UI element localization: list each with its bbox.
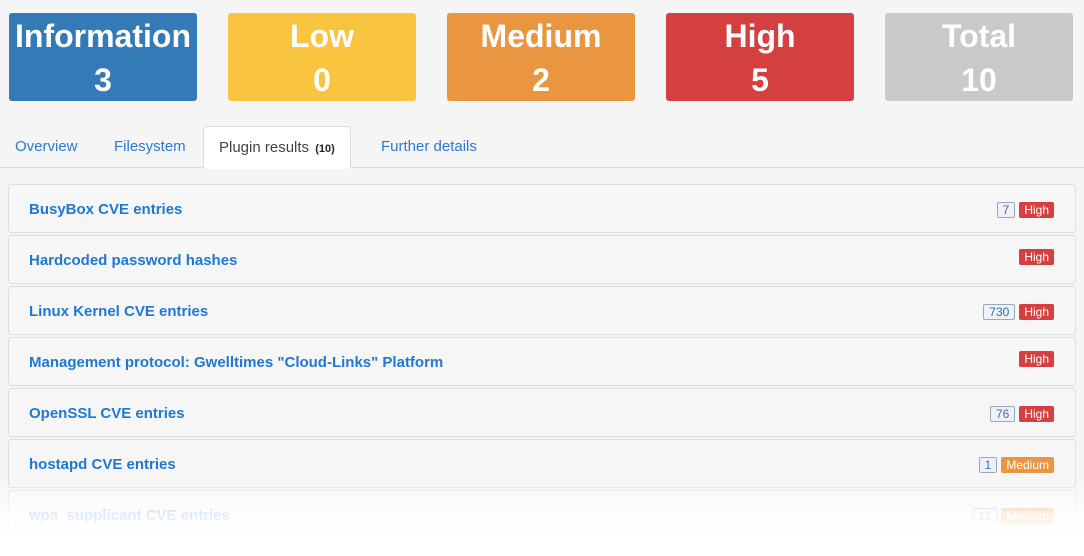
summary-count: 0 — [313, 62, 331, 98]
summary-card-low: Low 0 — [228, 13, 416, 101]
tab-bar: Overview Filesystem Plugin results (10) … — [0, 126, 1084, 169]
tab-label: Plugin results — [219, 139, 310, 156]
severity-badge: High — [1019, 303, 1054, 320]
result-count-badge: 1 — [978, 456, 998, 473]
summary-label: Low — [290, 18, 354, 54]
severity-badge: High — [1019, 249, 1054, 265]
tab-filesystem[interactable]: Filesystem — [99, 126, 201, 168]
summary-count: 2 — [532, 62, 550, 98]
severity-badge: High — [1019, 405, 1054, 422]
plugin-results-list: BusyBox CVE entries 7 High Hardcoded pas… — [8, 184, 1076, 541]
result-badges: 76 High — [989, 389, 1054, 438]
summary-card-high: High 5 — [666, 13, 854, 101]
result-title[interactable]: hostapd CVE entries — [29, 440, 176, 489]
summary-label: Information — [15, 18, 191, 54]
severity-badge: High — [1019, 351, 1054, 367]
tab-overview[interactable]: Overview — [0, 126, 93, 168]
tab-count-badge: (10) — [315, 143, 335, 155]
result-count-badge: 730 — [983, 303, 1016, 320]
result-row[interactable]: Linux Kernel CVE entries 730 High — [8, 286, 1076, 335]
severity-summary: Information 3 Low 0 Medium 2 High 5 Tota… — [9, 13, 1073, 101]
result-badges: 730 High — [983, 287, 1054, 336]
summary-count: 10 — [961, 62, 997, 98]
severity-badge: High — [1019, 201, 1054, 218]
result-badges: 12 Medium — [971, 491, 1054, 540]
result-count-badge: 12 — [971, 507, 998, 524]
summary-label: Total — [941, 18, 1017, 54]
result-count-badge: 76 — [989, 405, 1016, 422]
summary-count: 5 — [751, 62, 769, 98]
summary-label: Medium — [480, 18, 602, 54]
summary-label: High — [724, 18, 796, 54]
severity-badge: Medium — [1001, 456, 1054, 473]
result-title[interactable]: Management protocol: Gwelltimes "Cloud-L… — [29, 338, 443, 387]
summary-card-information: Information 3 — [9, 13, 197, 101]
summary-card-medium: Medium 2 — [447, 13, 635, 101]
result-title[interactable]: Hardcoded password hashes — [29, 236, 237, 285]
summary-card-total: Total 10 — [885, 13, 1073, 101]
tab-further-details[interactable]: Further details — [366, 126, 492, 168]
result-count-badge: 7 — [996, 201, 1016, 218]
tab-plugin-results[interactable]: Plugin results (10) — [203, 126, 351, 169]
result-badges: 7 High — [996, 185, 1054, 234]
result-title[interactable]: BusyBox CVE entries — [29, 185, 182, 234]
severity-badge: Medium — [1001, 507, 1054, 524]
result-row[interactable]: wpa_supplicant CVE entries 12 Medium — [8, 490, 1076, 539]
result-title[interactable]: Linux Kernel CVE entries — [29, 287, 208, 336]
summary-count: 3 — [94, 62, 112, 98]
result-badges: High — [1019, 236, 1054, 285]
result-badges: High — [1019, 338, 1054, 387]
result-row[interactable]: hostapd CVE entries 1 Medium — [8, 439, 1076, 488]
result-title[interactable]: OpenSSL CVE entries — [29, 389, 185, 438]
result-row[interactable]: OpenSSL CVE entries 76 High — [8, 388, 1076, 437]
result-row[interactable]: BusyBox CVE entries 7 High — [8, 184, 1076, 233]
result-title[interactable]: wpa_supplicant CVE entries — [29, 491, 230, 540]
result-row[interactable]: Hardcoded password hashes High — [8, 235, 1076, 284]
result-badges: 1 Medium — [978, 440, 1054, 489]
result-row[interactable]: Management protocol: Gwelltimes "Cloud-L… — [8, 337, 1076, 386]
